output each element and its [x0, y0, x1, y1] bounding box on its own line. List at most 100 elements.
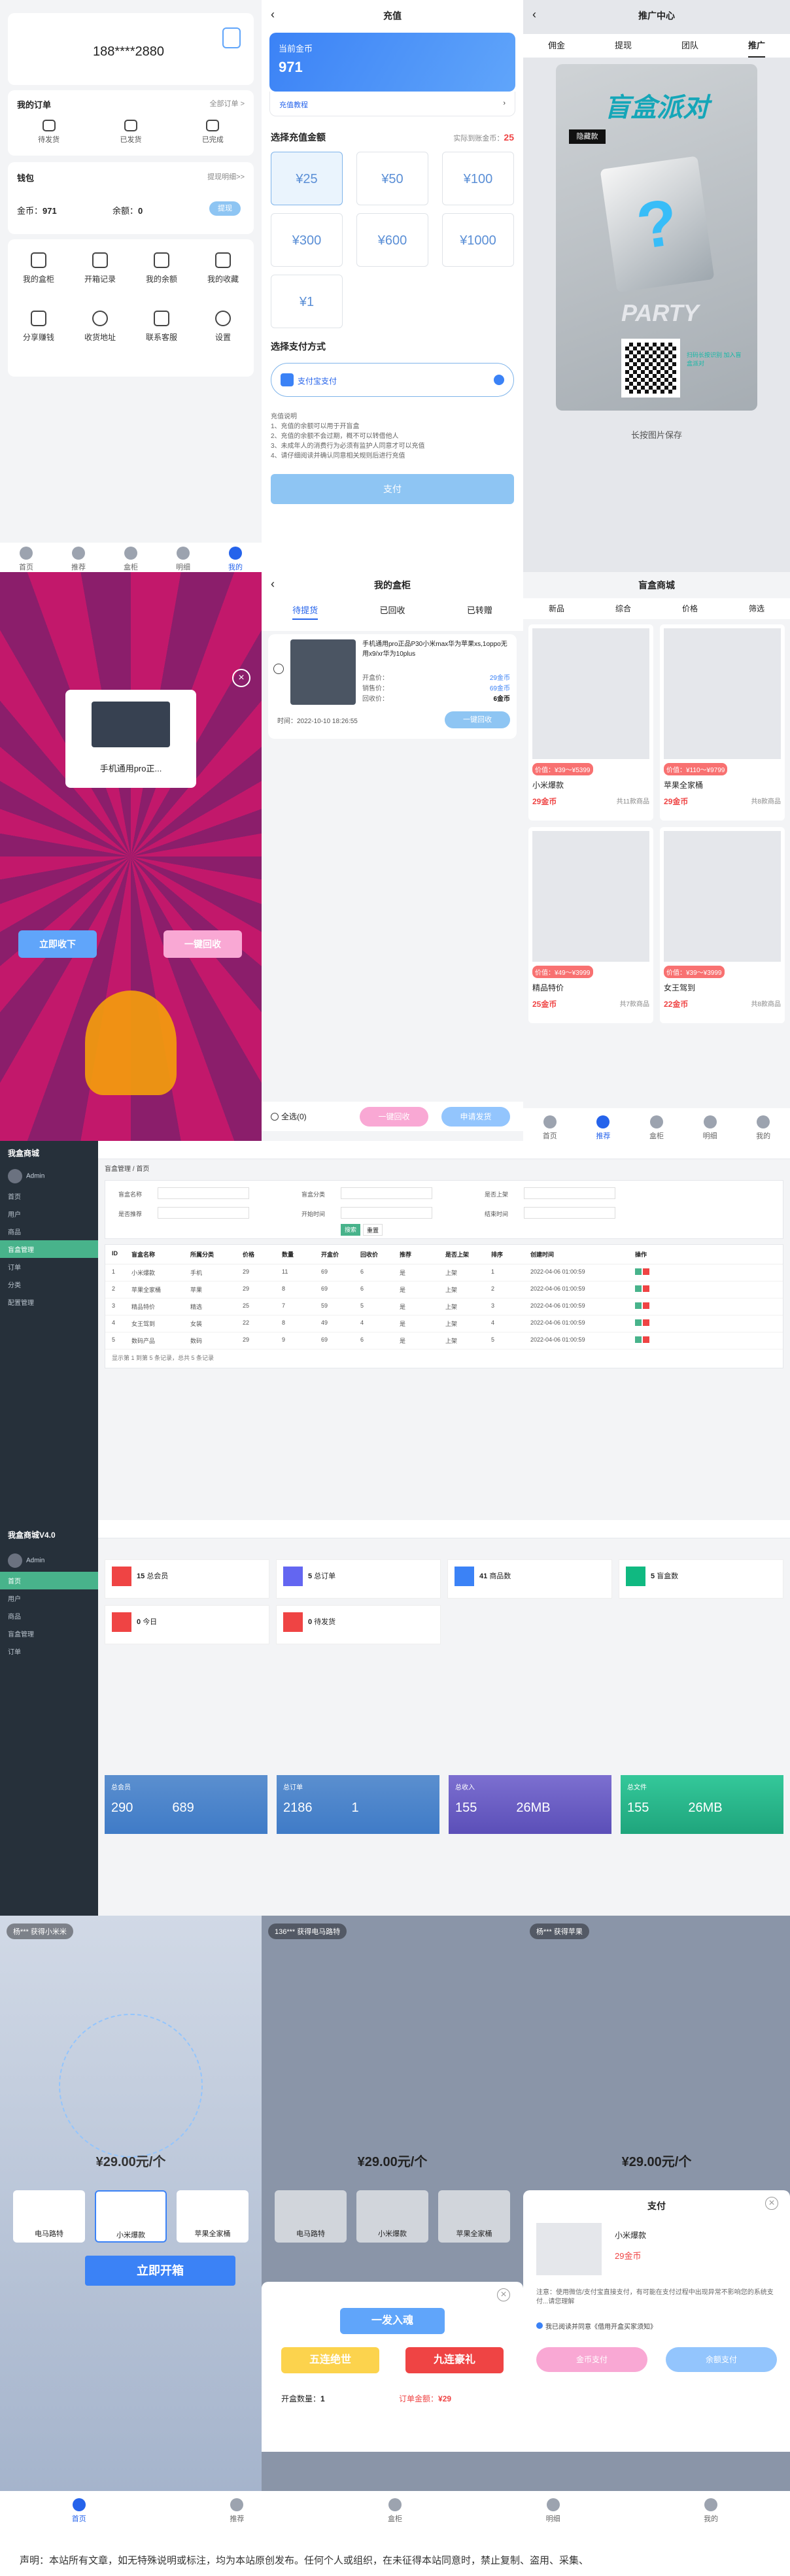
withdraw-button[interactable]: 提现: [209, 201, 241, 216]
menu-users[interactable]: 用户: [0, 1589, 98, 1607]
grid-address[interactable]: 收货地址: [69, 311, 131, 343]
tab-home[interactable]: 首页: [19, 547, 33, 572]
grid-my-balance[interactable]: 我的余额: [131, 252, 192, 284]
grid-favorites[interactable]: 我的收藏: [192, 252, 254, 284]
row-actions[interactable]: [635, 1319, 687, 1328]
coin-pay-button[interactable]: 金币支付: [536, 2347, 647, 2372]
open-five-button[interactable]: 五连绝世: [281, 2347, 379, 2373]
tab-detail[interactable]: 明细: [546, 2498, 560, 2524]
menu-home[interactable]: 首页: [0, 1187, 98, 1205]
tab-cabinet[interactable]: 盒柜: [649, 1115, 664, 1141]
filter-price[interactable]: 价格: [682, 598, 698, 619]
onsale-select[interactable]: [524, 1187, 615, 1199]
tab-promote[interactable]: 推广: [747, 34, 765, 58]
tab-pending[interactable]: 待提货: [292, 603, 318, 620]
menu-orders[interactable]: 订单: [0, 1258, 98, 1276]
close-icon[interactable]: ×: [497, 2288, 510, 2301]
tab-detail[interactable]: 明细: [176, 547, 190, 572]
menu-blindbox[interactable]: 盲盒管理: [0, 1625, 98, 1642]
open-one-button[interactable]: 一发入魂: [340, 2308, 445, 2334]
order-tab-shipped[interactable]: 已发货: [120, 120, 141, 144]
pay-button[interactable]: 支付: [271, 474, 514, 504]
box-option[interactable]: 电马路特: [13, 2190, 85, 2243]
order-tab-pending[interactable]: 待发货: [38, 120, 60, 144]
tab-gifted[interactable]: 已转赠: [467, 603, 492, 620]
end-time-input[interactable]: [524, 1207, 615, 1219]
tab-recommend[interactable]: 推荐: [230, 2498, 244, 2524]
receive-button[interactable]: 立即收下: [18, 930, 97, 958]
box-option[interactable]: 电马路特: [275, 2190, 347, 2243]
product-card[interactable]: 价值：¥49～¥3999 精品特价 25金币 共7款商品: [528, 827, 653, 1023]
search-button[interactable]: 搜索: [341, 1224, 360, 1236]
tab-recycled[interactable]: 已回收: [379, 603, 405, 620]
agree-checkbox[interactable]: [536, 2322, 543, 2329]
amount-option[interactable]: ¥25: [271, 152, 343, 205]
box-option[interactable]: 苹果全家桶: [438, 2190, 510, 2243]
alipay-option[interactable]: 支付宝支付: [271, 363, 514, 397]
recommend-select[interactable]: [158, 1207, 249, 1219]
tab-withdraw[interactable]: 提现: [615, 34, 632, 58]
filter-new[interactable]: 新品: [549, 598, 564, 619]
product-card[interactable]: 价值：¥110～¥9799 苹果全家桶 29金币 共8款商品: [660, 624, 785, 821]
grid-open-record[interactable]: 开箱记录: [69, 252, 131, 284]
bulk-recycle-button[interactable]: 一键回收: [360, 1107, 428, 1127]
start-time-input[interactable]: [341, 1207, 432, 1219]
tutorial-link[interactable]: 充值教程 ›: [269, 92, 515, 116]
item-recycle-button[interactable]: 一键回收: [445, 711, 510, 728]
amount-option[interactable]: ¥600: [356, 213, 428, 267]
open-box-button[interactable]: 立即开箱: [85, 2256, 235, 2286]
grid-share[interactable]: 分享赚钱: [8, 311, 69, 343]
qr-icon[interactable]: [222, 27, 241, 48]
select-all[interactable]: 全选(0): [281, 1112, 307, 1121]
tab-commission[interactable]: 佣金: [548, 34, 565, 58]
menu-category[interactable]: 分类: [0, 1276, 98, 1293]
order-tab-done[interactable]: 已完成: [202, 120, 224, 144]
amount-option[interactable]: ¥1: [271, 275, 343, 328]
select-all-icon[interactable]: [271, 1113, 279, 1121]
tab-team[interactable]: 团队: [681, 34, 698, 58]
menu-home[interactable]: 首页: [0, 1572, 98, 1589]
tab-cabinet[interactable]: 盒柜: [388, 2498, 402, 2524]
product-card[interactable]: 价值：¥39～¥5399 小米爆款 29金币 共11款商品: [528, 624, 653, 821]
amount-option[interactable]: ¥50: [356, 152, 428, 205]
tab-detail[interactable]: 明细: [703, 1115, 717, 1141]
balance-pay-button[interactable]: 余额支付: [666, 2347, 777, 2372]
menu-config[interactable]: 配置管理: [0, 1293, 98, 1311]
row-actions[interactable]: [635, 1336, 687, 1345]
tab-recommend[interactable]: 推荐: [71, 547, 86, 572]
amount-option[interactable]: ¥1000: [442, 213, 514, 267]
grid-my-cabinet[interactable]: 我的盒柜: [8, 252, 69, 284]
tab-recommend[interactable]: 推荐: [596, 1115, 610, 1141]
category-select[interactable]: [341, 1187, 432, 1199]
row-actions[interactable]: [635, 1268, 687, 1277]
filter-general[interactable]: 综合: [615, 598, 631, 619]
tab-home[interactable]: 首页: [72, 2498, 86, 2524]
row-actions[interactable]: [635, 1285, 687, 1294]
reset-button[interactable]: 重置: [363, 1224, 383, 1236]
tab-home[interactable]: 首页: [543, 1115, 557, 1141]
row-actions[interactable]: [635, 1302, 687, 1311]
box-option[interactable]: 小米爆款: [95, 2190, 167, 2243]
menu-orders[interactable]: 订单: [0, 1642, 98, 1660]
product-card[interactable]: 价值：¥39～¥3999 女王驾到 22金币 共8款商品: [660, 827, 785, 1023]
box-option[interactable]: 苹果全家桶: [177, 2190, 249, 2243]
box-option[interactable]: 小米爆款: [356, 2190, 428, 2243]
tab-mine[interactable]: 我的: [228, 547, 243, 572]
amount-option[interactable]: ¥100: [442, 152, 514, 205]
open-nine-button[interactable]: 九连豪礼: [405, 2347, 504, 2373]
tab-mine[interactable]: 我的: [704, 2498, 718, 2524]
tab-mine[interactable]: 我的: [756, 1115, 770, 1141]
grid-settings[interactable]: 设置: [192, 311, 254, 343]
close-icon[interactable]: ×: [765, 2197, 778, 2210]
menu-blindbox[interactable]: 盲盒管理: [0, 1240, 98, 1258]
filter-more[interactable]: 筛选: [749, 598, 764, 619]
menu-products[interactable]: 商品: [0, 1223, 98, 1240]
name-input[interactable]: [158, 1187, 249, 1199]
withdraw-detail-link[interactable]: 提现明细>>: [207, 171, 245, 182]
tab-cabinet[interactable]: 盒柜: [124, 547, 138, 572]
menu-users[interactable]: 用户: [0, 1205, 98, 1223]
amount-option[interactable]: ¥300: [271, 213, 343, 267]
recycle-button[interactable]: 一键回收: [163, 930, 242, 958]
ship-request-button[interactable]: 申请发货: [441, 1107, 510, 1127]
menu-products[interactable]: 商品: [0, 1607, 98, 1625]
